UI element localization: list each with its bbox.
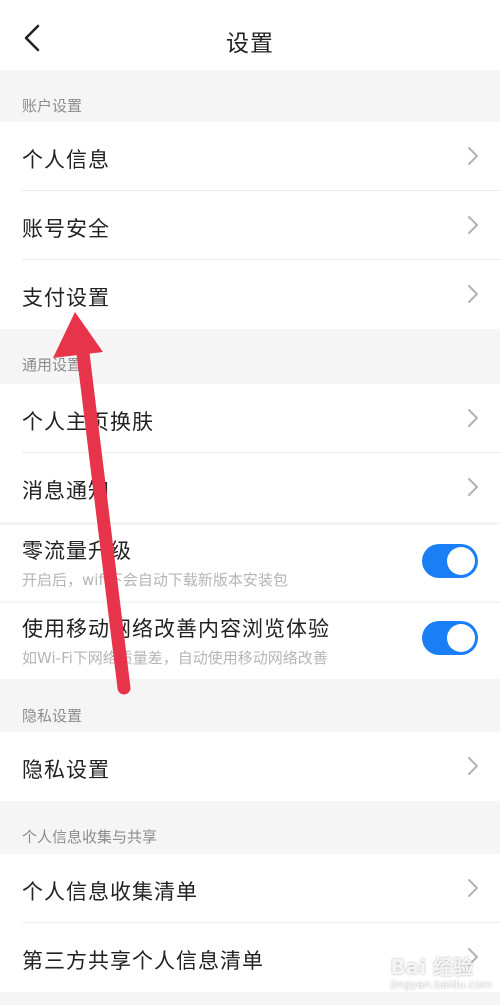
- settings-item-homepage-skin[interactable]: 个人主页换肤: [0, 384, 500, 453]
- settings-item-label: 个人信息收集清单: [22, 880, 198, 904]
- watermark: Bai 经验 jingyan.baidu.com: [390, 951, 492, 991]
- section-header-privacy: 隐私设置: [0, 680, 500, 732]
- chevron-right-icon: [468, 757, 478, 775]
- watermark-url: jingyan.baidu.com: [390, 978, 492, 991]
- settings-item-privacy[interactable]: 隐私设置: [0, 732, 500, 801]
- chevron-right-icon: [468, 216, 478, 234]
- settings-toggle-label: 使用移动网络改善内容浏览体验: [22, 617, 330, 641]
- settings-toggle-subtitle: 如Wi-Fi下网络质量差，自动使用移动网络改善: [22, 649, 328, 667]
- settings-item-info-collection-list[interactable]: 个人信息收集清单: [0, 854, 500, 923]
- settings-item-notifications[interactable]: 消息通知: [0, 453, 500, 522]
- settings-item-label: 账号安全: [22, 217, 110, 241]
- chevron-right-icon: [468, 879, 478, 897]
- chevron-right-icon: [468, 478, 478, 496]
- settings-item-label: 消息通知: [22, 479, 110, 503]
- settings-item-personal-info[interactable]: 个人信息: [0, 122, 500, 191]
- settings-item-label: 第三方共享个人信息清单: [22, 949, 264, 973]
- section-header-account: 账户设置: [0, 70, 500, 122]
- settings-toggle-zero-data-upgrade: 零流量升级 开启后，wifi下会自动下载新版本安装包: [0, 525, 500, 601]
- section-header-info-sharing: 个人信息收集与共享: [0, 801, 500, 853]
- settings-item-label: 个人信息: [22, 148, 110, 172]
- section-header-general: 通用设置: [0, 329, 500, 381]
- page-title: 设置: [226, 31, 274, 57]
- chevron-right-icon: [468, 409, 478, 427]
- settings-item-label: 隐私设置: [22, 758, 110, 782]
- settings-item-account-security[interactable]: 账号安全: [0, 191, 500, 260]
- top-bar: 设置: [0, 0, 500, 70]
- settings-toggle-label: 零流量升级: [22, 539, 132, 563]
- settings-toggle-mobile-network: 使用移动网络改善内容浏览体验 如Wi-Fi下网络质量差，自动使用移动网络改善: [0, 603, 500, 679]
- settings-item-label: 个人主页换肤: [22, 410, 154, 434]
- toggle-knob: [447, 624, 475, 652]
- mobile-network-toggle[interactable]: [422, 621, 478, 655]
- toggle-knob: [447, 547, 475, 575]
- zero-data-upgrade-toggle[interactable]: [422, 544, 478, 578]
- settings-toggle-subtitle: 开启后，wifi下会自动下载新版本安装包: [22, 571, 288, 589]
- settings-item-label: 支付设置: [22, 286, 110, 310]
- chevron-right-icon: [468, 147, 478, 165]
- settings-item-payment[interactable]: 支付设置: [0, 260, 500, 329]
- watermark-logo-text: Bai 经验: [390, 955, 474, 979]
- chevron-right-icon: [468, 285, 478, 303]
